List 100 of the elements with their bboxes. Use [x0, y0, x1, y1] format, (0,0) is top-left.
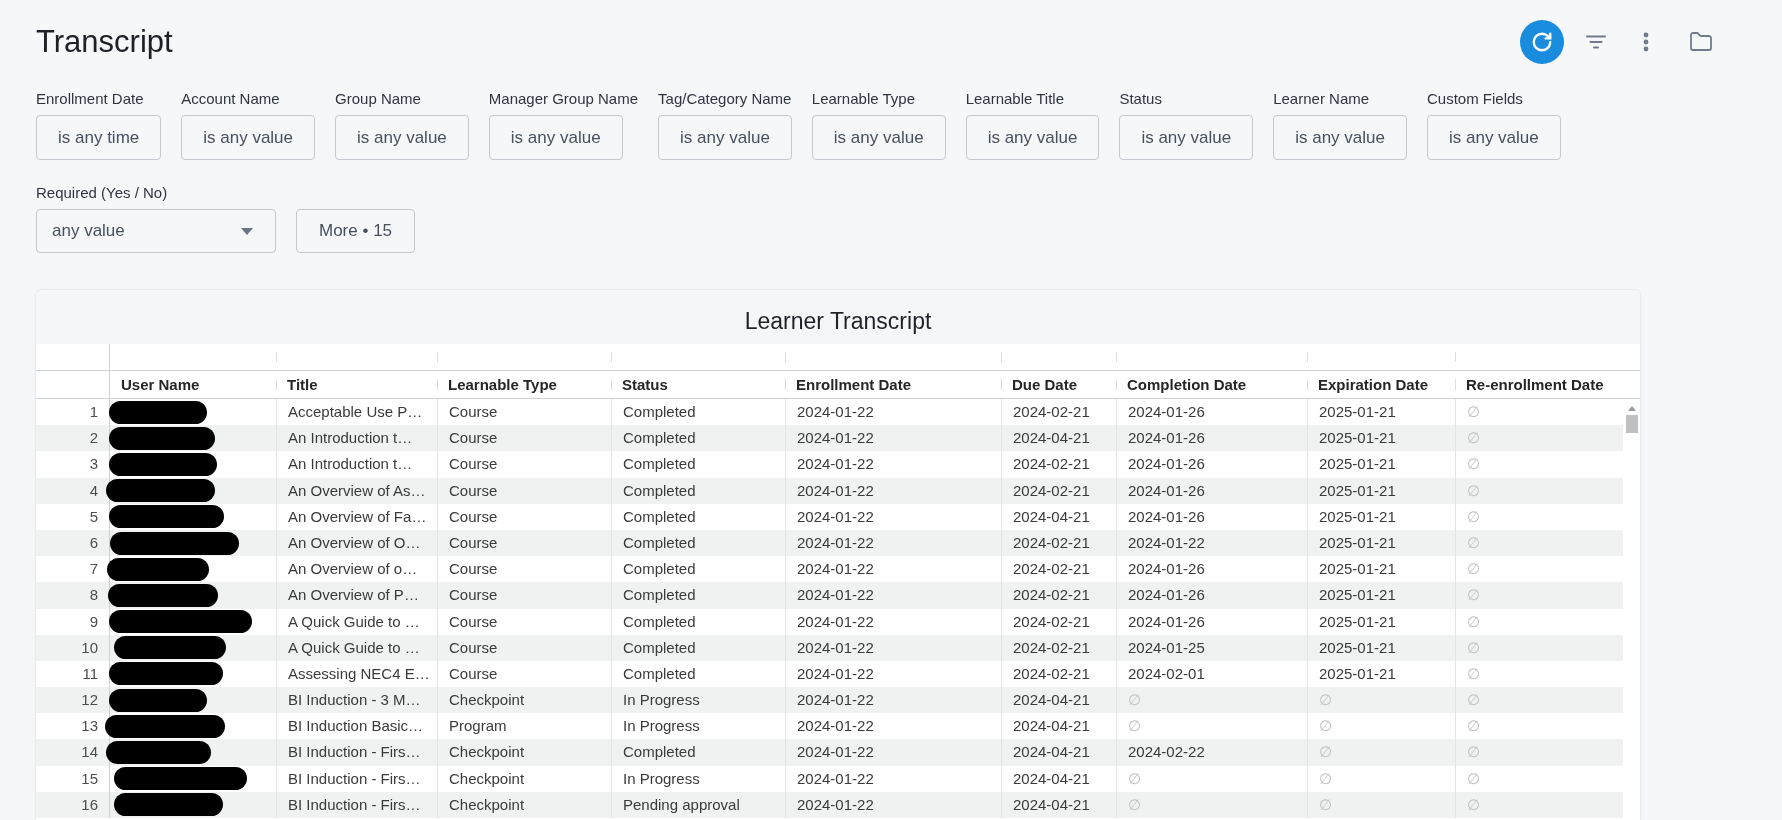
table-cell: Completed	[611, 451, 785, 478]
table-cell: 2024-01-22	[785, 451, 1001, 478]
table-cell: Completed	[611, 608, 785, 635]
table-cell: 2024-04-21	[1001, 503, 1116, 530]
filter-value-button[interactable]: is any value	[1273, 115, 1407, 160]
table-cell: 2025-01-21	[1307, 634, 1455, 661]
table-cell: Pending approval	[611, 791, 785, 818]
table-cell: 2024-01-22	[785, 791, 1001, 818]
column-header[interactable]: Enrollment Date	[796, 376, 912, 393]
filter-label: Tag/Category Name	[658, 89, 792, 109]
filter-label: Required (Yes / No)	[36, 183, 168, 203]
table-cell: ∅	[1116, 791, 1307, 818]
table-cell: Course	[437, 477, 611, 504]
filter-value-button[interactable]: is any value	[658, 115, 792, 160]
filter-label: Manager Group Name	[488, 89, 639, 109]
row-number: 16	[36, 791, 110, 818]
table-cell: 2025-01-21	[1307, 477, 1455, 504]
table-cell: BI Induction - Firs…	[276, 765, 437, 792]
table-cell: ∅	[1116, 765, 1307, 792]
refresh-button[interactable]	[1520, 20, 1564, 64]
column-header[interactable]: Due Date	[1012, 376, 1078, 393]
row-number: 15	[36, 765, 110, 792]
required-dropdown[interactable]: any value	[36, 209, 276, 253]
table-cell: 2024-01-25	[1116, 634, 1307, 661]
filter-label: Account Name	[181, 89, 280, 109]
table-cell: 2024-01-22	[785, 634, 1001, 661]
table-cell: ∅	[1307, 739, 1455, 766]
row-number: 10	[36, 634, 110, 661]
filter-value-button[interactable]: is any value	[1426, 115, 1561, 160]
filter-value-button[interactable]: is any value	[488, 115, 623, 160]
table-cell: 2025-01-21	[1307, 608, 1455, 635]
table-cell: ∅	[1455, 608, 1623, 635]
table-cell: ∅	[1307, 765, 1455, 792]
filter-value-button[interactable]: is any value	[1119, 115, 1254, 160]
filter-label: Group Name	[335, 89, 421, 109]
table-cell: An Overview of P…	[276, 582, 437, 609]
column-header[interactable]: Re-enrollment Date	[1466, 376, 1604, 393]
table-cell: Course	[437, 451, 611, 478]
refresh-icon	[1531, 31, 1553, 53]
column-header[interactable]: Status	[622, 376, 668, 393]
table-cell: 2024-01-22	[785, 503, 1001, 530]
table-cell: 2024-01-22	[785, 765, 1001, 792]
table-cell: 2024-01-26	[1116, 477, 1307, 504]
column-header[interactable]: User Name	[121, 376, 200, 393]
table-cell: 2024-02-21	[1001, 582, 1116, 609]
table-cell: 2025-01-21	[1307, 451, 1455, 478]
table-cell: Checkpoint	[437, 765, 611, 792]
table-cell: ∅	[1307, 791, 1455, 818]
table-cell: An Introduction t…	[276, 451, 437, 478]
table-cell: Course	[437, 503, 611, 530]
table-cell: A Quick Guide to …	[276, 608, 437, 635]
filter-label: Learnable Title	[965, 89, 1065, 109]
table-cell: Completed	[611, 477, 785, 504]
table-cell: 2024-01-26	[1116, 503, 1307, 530]
column-header[interactable]: Title	[287, 376, 318, 393]
column-header[interactable]: Expiration Date	[1318, 376, 1429, 393]
folder-icon	[1689, 30, 1713, 54]
table-cell: BI Induction - Firs…	[276, 791, 437, 818]
filter-label: Custom Fields	[1426, 89, 1523, 109]
table-cell: ∅	[1455, 765, 1623, 792]
table-cell: Completed	[611, 739, 785, 766]
table-cell: 2024-04-21	[1001, 765, 1116, 792]
table-cell: BI Induction - Firs…	[276, 739, 437, 766]
caret-icon	[241, 227, 253, 235]
table-cell: ∅	[1455, 451, 1623, 478]
table-title: Learner Transcript	[744, 308, 932, 334]
filter-value-button[interactable]: is any value	[965, 115, 1100, 160]
table-cell: Checkpoint	[437, 739, 611, 766]
more-filters-button[interactable]: More • 15	[296, 209, 416, 253]
table-cell: In Progress	[611, 765, 785, 792]
table-cell: Completed	[611, 634, 785, 661]
table-cell: Course	[437, 582, 611, 609]
filter-icon	[1586, 35, 1606, 49]
scrollbar-thumb[interactable]	[1625, 415, 1638, 433]
table-cell: 2024-01-22	[785, 739, 1001, 766]
more-vertical-icon	[1643, 32, 1649, 52]
filter-label: Status	[1119, 89, 1162, 109]
filter-value-button[interactable]: is any time	[36, 115, 162, 160]
table-cell: Course	[437, 608, 611, 635]
table-cell: 2024-02-21	[1001, 477, 1116, 504]
table-cell: A Quick Guide to …	[276, 634, 437, 661]
table-cell: Course	[437, 634, 611, 661]
table-cell: 2025-01-21	[1307, 582, 1455, 609]
table-cell: ∅	[1455, 582, 1623, 609]
table-cell: ∅	[1455, 739, 1623, 766]
column-header[interactable]: Completion Date	[1127, 376, 1247, 393]
table-cell: 2024-01-26	[1116, 582, 1307, 609]
table-cell: ∅	[1455, 791, 1623, 818]
filter-value-button[interactable]: is any value	[335, 115, 469, 160]
filter-value-button[interactable]: is any value	[811, 115, 946, 160]
page-title: Transcript	[36, 23, 173, 61]
scroll-up-arrow-icon[interactable]	[1627, 406, 1636, 411]
table-cell: 2024-04-21	[1001, 791, 1116, 818]
filter-label: Enrollment Date	[36, 89, 144, 109]
table-cell: 2024-01-26	[1116, 608, 1307, 635]
table-cell: An Overview of Fa…	[276, 503, 437, 530]
filter-value-button[interactable]: is any value	[181, 115, 316, 160]
table-cell: 2025-01-21	[1307, 503, 1455, 530]
table-cell: An Overview of As…	[276, 477, 437, 504]
column-header[interactable]: Learnable Type	[448, 376, 557, 393]
